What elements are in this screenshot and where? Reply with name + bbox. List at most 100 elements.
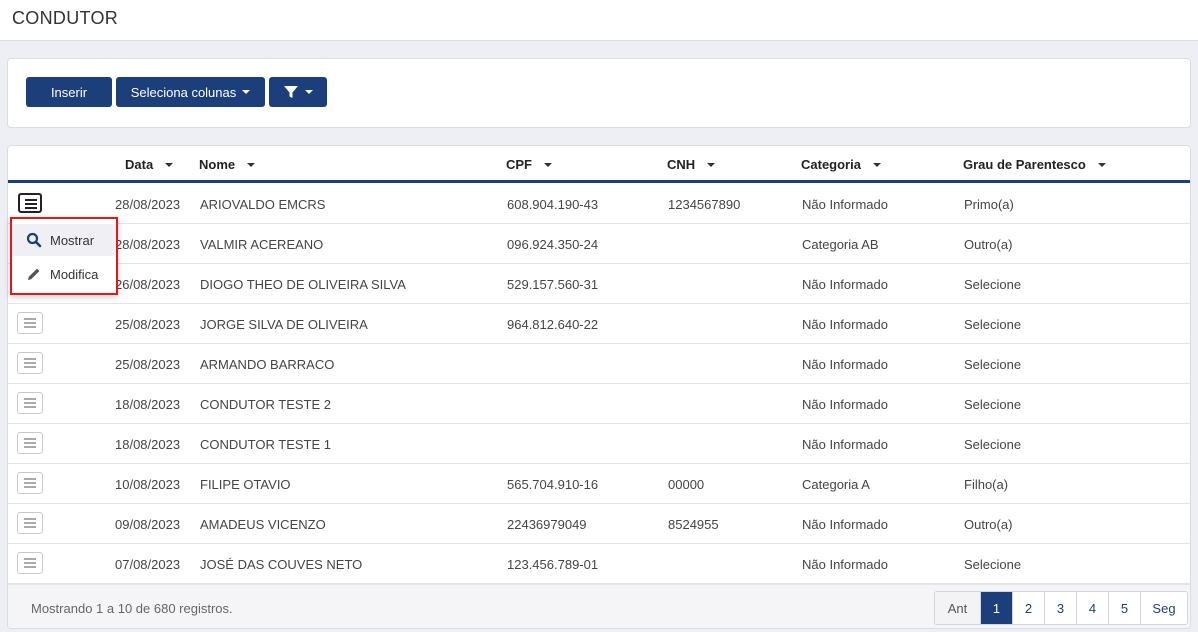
table-row: 25/08/2023 JORGE SILVA DE OLIVEIRA 964.812…: [8, 304, 1190, 344]
column-header-cnh[interactable]: CNH: [667, 157, 716, 172]
filter-button[interactable]: [269, 77, 327, 107]
cell-data: 28/08/2023: [115, 197, 181, 212]
row-menu-icon[interactable]: [17, 432, 43, 454]
cell-data: 07/08/2023: [115, 557, 181, 572]
column-header-grau[interactable]: Grau de Parentesco: [963, 157, 1106, 172]
sort-down-icon: [165, 162, 174, 167]
cell-data: 25/08/2023: [115, 357, 181, 372]
table-row: 10/08/2023 FILIPE OTAVIO 565.704.910-16 000…: [8, 464, 1190, 504]
cell-nome: JOSÉ DAS COUVES NETO: [200, 557, 363, 572]
insert-button[interactable]: Inserir: [26, 77, 112, 107]
column-label: Data: [125, 157, 154, 172]
cell-categoria: Não Informado: [802, 197, 888, 212]
cell-grau: Selecione: [964, 317, 1022, 332]
cell-data: 25/08/2023: [115, 317, 181, 332]
table-footer: Mostrando 1 a 10 de 680 registros. Ant 1…: [8, 584, 1190, 628]
cell-grau: Outro(a): [964, 517, 1013, 532]
table-header: Data Nome CPF CNH Categoria Grau de Pare…: [8, 146, 1190, 183]
row-menu-icon[interactable]: [17, 472, 43, 494]
cell-data: 18/08/2023: [115, 437, 181, 452]
page-header: CONDUTOR: [0, 0, 1198, 41]
cell-nome: VALMIR ACEREANO: [200, 237, 324, 252]
page-title: CONDUTOR: [12, 8, 119, 28]
cell-grau: Selecione: [964, 437, 1022, 452]
table-row: 25/08/2023 ARMANDO BARRACO Não Informado Se…: [8, 344, 1190, 384]
cell-grau: Filho(a): [964, 477, 1009, 492]
page-button[interactable]: 2: [1013, 592, 1045, 624]
cell-grau: Selecione: [964, 557, 1022, 572]
table-row: 26/08/2023 DIOGO THEO DE OLIVEIRA SILVA 52…: [8, 264, 1190, 304]
cell-cnh: 00000: [668, 477, 705, 492]
sort-down-icon: [544, 162, 552, 167]
cell-cpf: 964.812.640-22: [507, 317, 599, 332]
column-header-cpf[interactable]: CPF: [506, 157, 552, 172]
sort-down-icon: [247, 162, 256, 167]
table-row: 18/08/2023 CONDUTOR TESTE 1 Não Informado S…: [8, 424, 1190, 464]
page-button[interactable]: 5: [1109, 592, 1141, 624]
select-columns-button[interactable]: Seleciona colunas: [116, 77, 265, 107]
page-button[interactable]: 4: [1077, 592, 1109, 624]
row-menu-icon[interactable]: [17, 552, 43, 574]
cell-nome: JORGE SILVA DE OLIVEIRA: [200, 317, 368, 332]
cell-categoria: Não Informado: [802, 517, 888, 532]
cell-grau: Outro(a): [964, 237, 1013, 252]
table-row: 28/08/2023 VALMIR ACEREANO 096.924.350-24 C…: [8, 224, 1190, 264]
row-actions-dropdown: Mostrar Modifica: [10, 217, 118, 295]
cell-data: 28/08/2023: [115, 237, 181, 252]
cell-cpf: 123.456.789-01: [507, 557, 599, 572]
sort-down-icon: [872, 162, 881, 167]
column-label: Nome: [199, 157, 236, 172]
filter-icon: [284, 86, 298, 98]
row-menu-icon[interactable]: [17, 312, 43, 334]
row-menu-icon[interactable]: [17, 392, 43, 414]
page-button[interactable]: 3: [1045, 592, 1077, 624]
cell-cpf: 608.904.190-43: [507, 197, 599, 212]
row-menu-icon[interactable]: [17, 512, 43, 534]
table-row: 28/08/2023 ARIOVALDO EMCRS 608.904.190-43 1…: [8, 184, 1190, 224]
menu-item-label: Modifica: [50, 266, 99, 282]
menu-item-show[interactable]: Mostrar: [12, 224, 116, 256]
cell-nome: CONDUTOR TESTE 2: [200, 397, 331, 412]
cell-grau: Primo(a): [964, 197, 1014, 212]
cell-categoria: Não Informado: [802, 317, 888, 332]
row-menu-icon[interactable]: [17, 352, 43, 374]
cell-nome: ARMANDO BARRACO: [200, 357, 335, 372]
select-columns-label: Seleciona colunas: [130, 84, 237, 100]
row-menu-icon[interactable]: [18, 193, 42, 213]
column-header-categoria[interactable]: Categoria: [801, 157, 881, 172]
column-label: CPF: [506, 157, 532, 172]
column-label: Categoria: [801, 157, 861, 172]
menu-item-edit[interactable]: Modifica: [12, 258, 116, 290]
cell-cpf: 565.704.910-16: [507, 477, 599, 492]
insert-button-label: Inserir: [50, 84, 88, 100]
cell-categoria: Não Informado: [802, 437, 888, 452]
pencil-icon: [26, 266, 42, 282]
search-icon: [26, 232, 42, 248]
cell-grau: Selecione: [964, 357, 1022, 372]
column-label: CNH: [667, 157, 696, 172]
prev-page-button[interactable]: Ant: [935, 592, 981, 624]
table-row: 09/08/2023 AMADEUS VICENZO 22436979049 8524…: [8, 504, 1190, 544]
table-row: 07/08/2023 JOSÉ DAS COUVES NETO 123.456.78…: [8, 544, 1190, 584]
menu-item-label: Mostrar: [50, 232, 95, 248]
cell-nome: ARIOVALDO EMCRS: [200, 197, 326, 212]
column-label: Grau de Parentesco: [963, 157, 1086, 172]
cell-categoria: Categoria A: [802, 477, 870, 492]
sort-down-icon: [707, 162, 716, 167]
cell-nome: FILIPE OTAVIO: [200, 477, 291, 492]
chevron-down-icon: [242, 90, 251, 94]
cell-data: 18/08/2023: [115, 397, 181, 412]
next-page-button[interactable]: Seg: [1141, 592, 1187, 624]
column-header-data[interactable]: Data: [125, 157, 174, 172]
toolbar-card: Inserir Seleciona colunas: [7, 58, 1191, 128]
page-button[interactable]: 1: [981, 592, 1013, 624]
cell-data: 10/08/2023: [115, 477, 181, 492]
sort-down-icon: [1097, 162, 1106, 167]
cell-nome: DIOGO THEO DE OLIVEIRA SILVA: [200, 277, 406, 292]
cell-cnh: 8524955: [668, 517, 719, 532]
data-table: Data Nome CPF CNH Categoria Grau de Pare…: [7, 145, 1191, 629]
column-header-nome[interactable]: Nome: [199, 157, 256, 172]
cell-cpf: 096.924.350-24: [507, 237, 599, 252]
cell-nome: AMADEUS VICENZO: [200, 517, 326, 532]
records-info: Mostrando 1 a 10 de 680 registros.: [31, 601, 233, 616]
